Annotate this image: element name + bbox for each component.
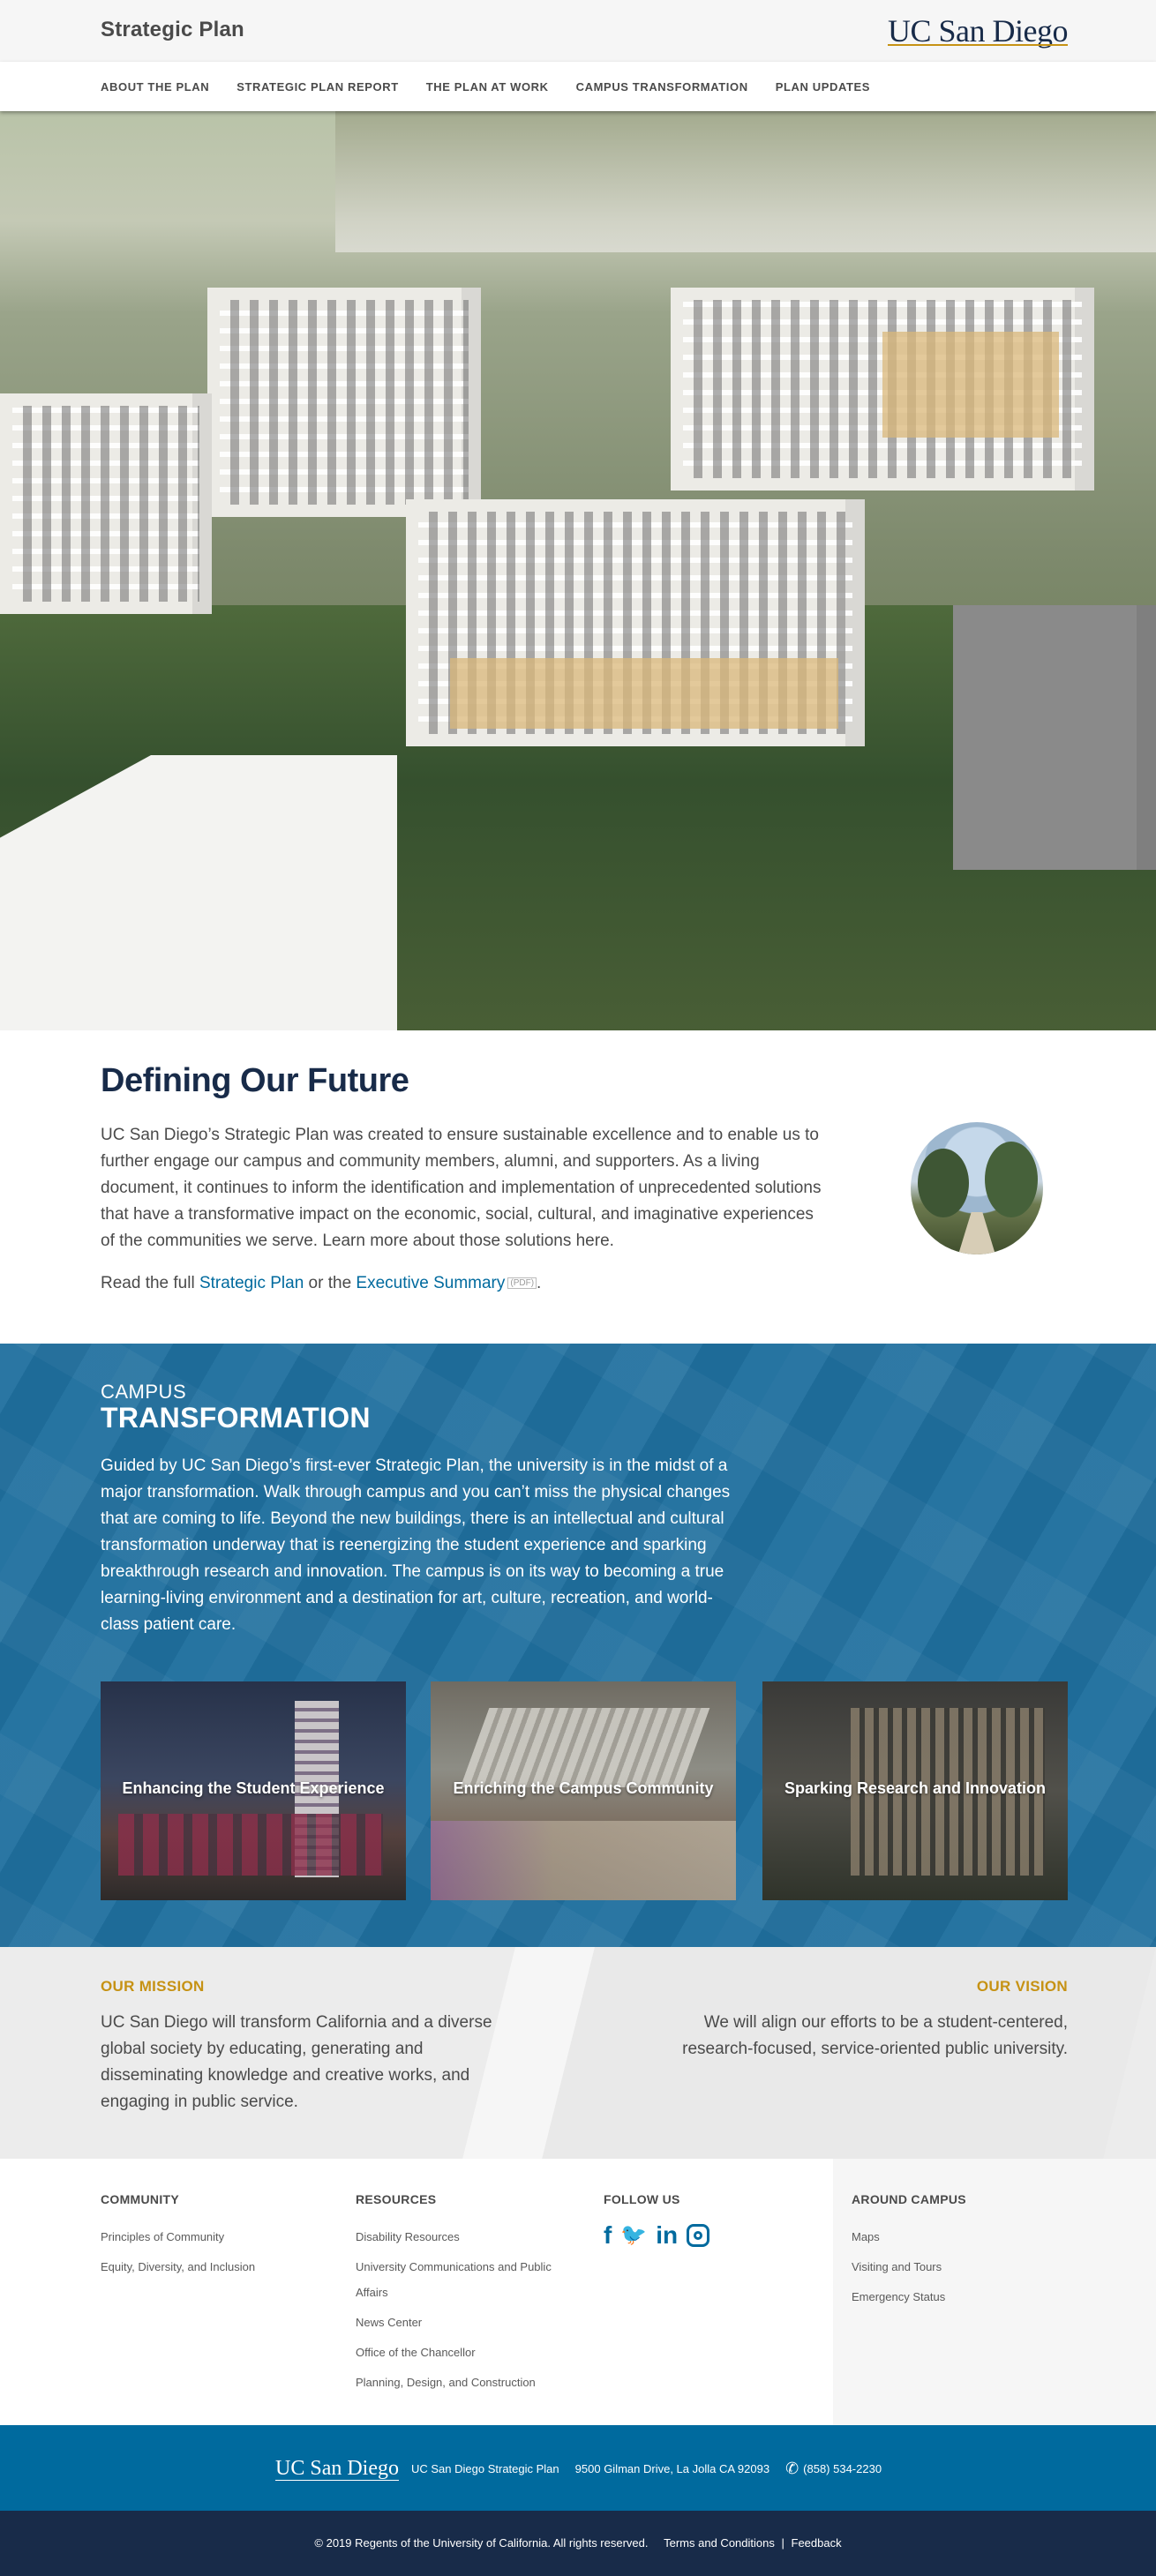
card-image <box>431 1821 736 1900</box>
hero-building <box>207 288 481 517</box>
footer-contact-row: UC San Diego UC San Diego Strategic Plan… <box>275 2457 882 2481</box>
card-student-experience[interactable]: Enhancing the Student Experience <box>101 1681 406 1900</box>
mission-vision-section: OUR MISSION UC San Diego will transform … <box>0 1947 1156 2159</box>
read-more-line: Read the full Strategic Plan or the Exec… <box>101 1274 541 1293</box>
executive-summary-link[interactable]: Executive Summary <box>356 1274 505 1292</box>
footer-links: COMMUNITY Principles of Community Equity… <box>0 2159 1156 2425</box>
nav-list: ABOUT THE PLAN STRATEGIC PLAN REPORT THE… <box>101 62 897 111</box>
read-middle: or the <box>308 1274 352 1292</box>
nav-item-about-the-plan[interactable]: ABOUT THE PLAN <box>101 80 209 94</box>
footer-contact-bar: UC San Diego UC San Diego Strategic Plan… <box>0 2425 1156 2511</box>
transformation-eyebrow: CAMPUS <box>101 1381 187 1403</box>
read-prefix: Read the full <box>101 1274 195 1292</box>
intro-title: Defining Our Future <box>101 1062 409 1099</box>
site-header: Strategic Plan UC San Diego <box>0 0 1156 62</box>
transformation-title: TRANSFORMATION <box>101 1402 371 1434</box>
footer-heading-resources: RESOURCES <box>356 2192 437 2206</box>
pdf-tag: (PDF) <box>507 1277 537 1290</box>
footer-link-disability[interactable]: Disability Resources <box>356 2224 576 2250</box>
footer-link-planning[interactable]: Planning, Design, and Construction <box>356 2370 576 2395</box>
footer-site-name: UC San Diego Strategic Plan <box>411 2462 559 2475</box>
nav-item-strategic-plan-report[interactable]: STRATEGIC PLAN REPORT <box>236 80 399 94</box>
card-image <box>460 1708 710 1787</box>
phone-icon: ✆ <box>785 2460 799 2477</box>
transformation-text: Guided by UC San Diego’s first-ever Stra… <box>101 1456 731 1634</box>
hero-distant-buildings <box>335 111 1156 252</box>
footer-heading-around: AROUND CAMPUS <box>852 2192 966 2206</box>
footer-link-emergency[interactable]: Emergency Status <box>852 2284 966 2310</box>
campus-circle-photo <box>911 1122 1043 1254</box>
mission-title: OUR MISSION <box>101 1978 205 1995</box>
linkedin-icon[interactable]: in <box>656 2222 678 2249</box>
intro-section: Defining Our Future UC San Diego’s Strat… <box>0 1030 1156 1344</box>
campus-transformation-section: CAMPUS TRANSFORMATION Guided by UC San D… <box>0 1344 1156 1947</box>
feedback-link[interactable]: Feedback <box>792 2536 842 2550</box>
hero-building <box>953 605 1156 870</box>
footer-link-communications[interactable]: University Communications and Public Aff… <box>356 2254 576 2305</box>
footer-link-chancellor[interactable]: Office of the Chancellor <box>356 2340 576 2365</box>
hero-image <box>0 111 1156 1030</box>
card-label: Sparking Research and Innovation <box>784 1779 1047 1797</box>
vision-text: We will align our efforts to be a studen… <box>682 2013 1068 2058</box>
footer-link-equity[interactable]: Equity, Diversity, and Inclusion <box>101 2254 330 2280</box>
footer-logo[interactable]: UC San Diego <box>275 2457 399 2481</box>
nav-item-plan-updates[interactable]: PLAN UPDATES <box>776 80 870 94</box>
footer-heading-community: COMMUNITY <box>101 2192 180 2206</box>
terms-link[interactable]: Terms and Conditions <box>664 2536 775 2550</box>
vision-title: OUR VISION <box>976 1978 1068 1995</box>
copyright-text: © 2019 Regents of the University of Cali… <box>314 2536 649 2550</box>
footer-link-news[interactable]: News Center <box>356 2310 576 2335</box>
mission-text: UC San Diego will transform California a… <box>101 2013 492 2111</box>
card-label: Enhancing the Student Experience <box>122 1779 385 1797</box>
card-campus-community[interactable]: Enriching the Campus Community <box>431 1681 736 1900</box>
read-suffix: . <box>537 1274 542 1292</box>
footer-link-visiting[interactable]: Visiting and Tours <box>852 2254 966 2280</box>
card-label: Enriching the Campus Community <box>453 1779 714 1797</box>
ucsd-logo-text: UC San Diego <box>888 13 1069 49</box>
social-icons: f 🐦 in <box>604 2222 710 2249</box>
logo-underline <box>888 44 1068 46</box>
hero-building-accent <box>450 658 838 729</box>
facebook-icon[interactable]: f <box>604 2222 612 2249</box>
footer-col-follow: FOLLOW US f 🐦 in <box>604 2192 710 2249</box>
instagram-icon[interactable] <box>687 2224 710 2247</box>
footer-heading-follow: FOLLOW US <box>604 2192 680 2206</box>
footer-col-around: AROUND CAMPUS Maps Visiting and Tours Em… <box>852 2192 966 2314</box>
nav-item-plan-at-work[interactable]: THE PLAN AT WORK <box>426 80 549 94</box>
copyright-bar: © 2019 Regents of the University of Cali… <box>0 2511 1156 2576</box>
footer-address: 9500 Gilman Drive, La Jolla CA 92093 <box>574 2462 770 2475</box>
footer-logo-text: UC San Diego <box>275 2457 399 2480</box>
hero-building-accent <box>882 332 1059 438</box>
link-separator: | <box>781 2536 784 2550</box>
site-title[interactable]: Strategic Plan <box>101 18 244 42</box>
strategic-plan-link[interactable]: Strategic Plan <box>199 1274 304 1292</box>
footer-link-principles[interactable]: Principles of Community <box>101 2224 330 2250</box>
footer-col-resources: RESOURCES Disability Resources Universit… <box>356 2192 576 2400</box>
card-research-innovation[interactable]: Sparking Research and Innovation <box>762 1681 1068 1900</box>
footer-col-community: COMMUNITY Principles of Community Equity… <box>101 2192 330 2284</box>
hero-building <box>0 393 212 614</box>
nav-item-campus-transformation[interactable]: CAMPUS TRANSFORMATION <box>576 80 748 94</box>
card-image <box>118 1814 383 1876</box>
primary-nav: ABOUT THE PLAN STRATEGIC PLAN REPORT THE… <box>0 62 1156 111</box>
ucsd-logo[interactable]: UC San Diego <box>888 12 1069 49</box>
footer-phone[interactable]: (858) 534-2230 <box>803 2462 882 2475</box>
twitter-icon[interactable]: 🐦 <box>620 2222 647 2249</box>
footer-link-maps[interactable]: Maps <box>852 2224 966 2250</box>
intro-text: UC San Diego’s Strategic Plan was create… <box>101 1126 822 1250</box>
